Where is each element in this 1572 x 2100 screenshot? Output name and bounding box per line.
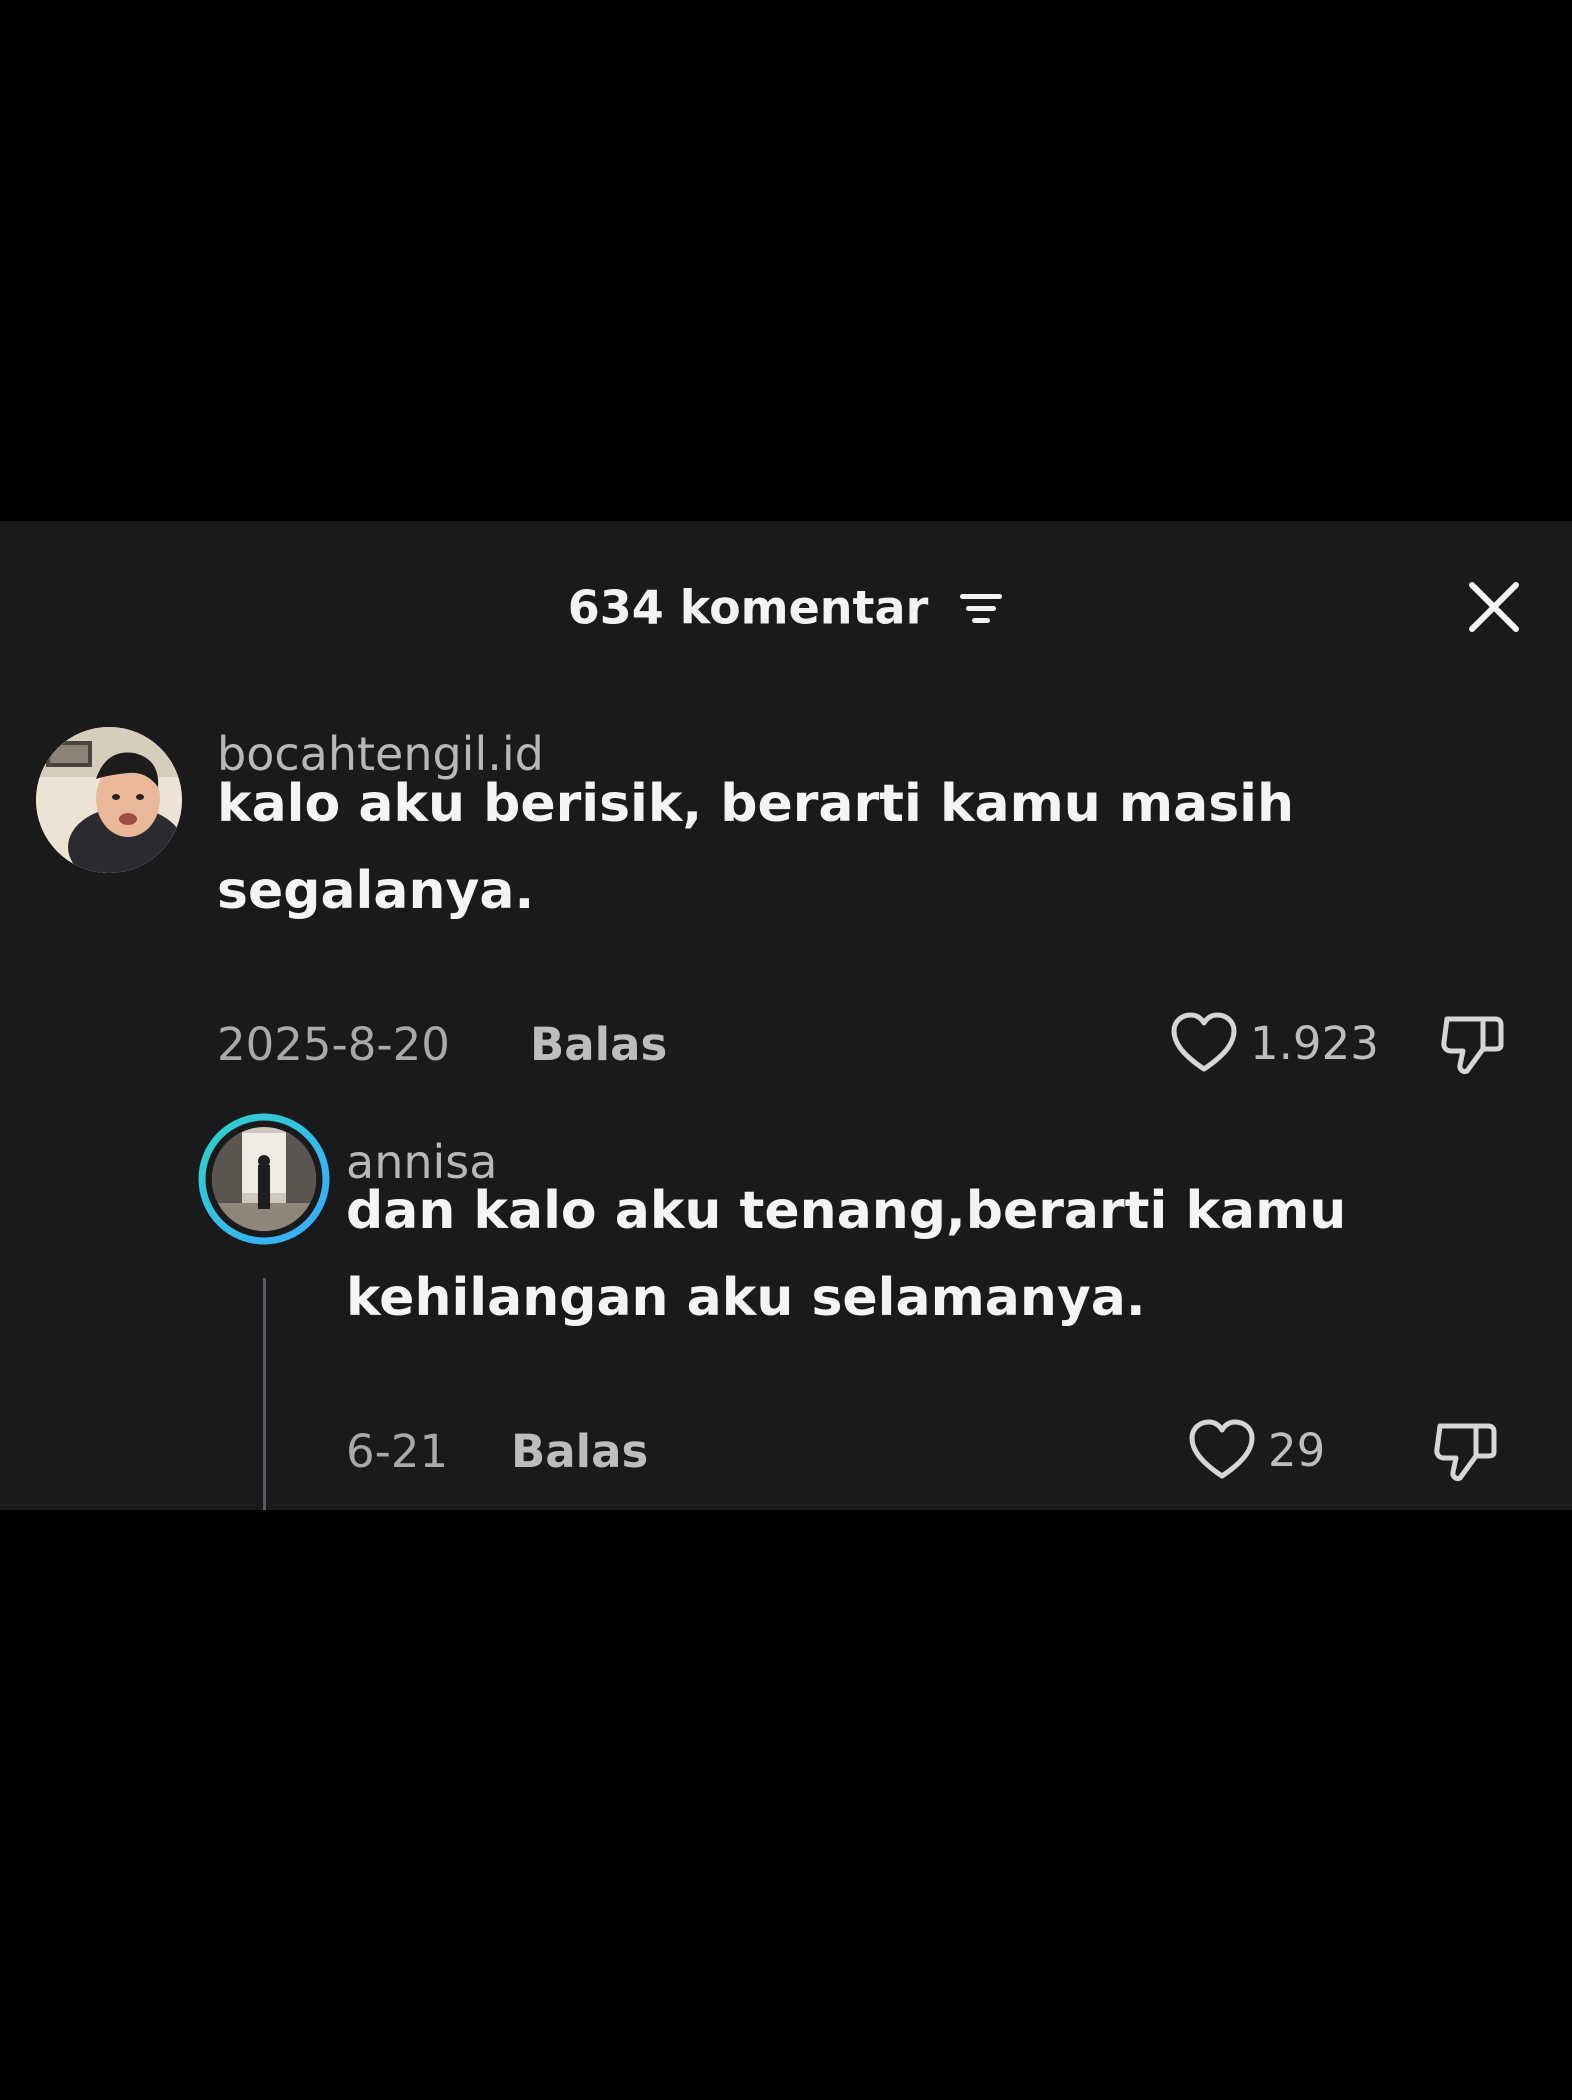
heart-icon: [1189, 1419, 1255, 1479]
thread-line: [263, 1278, 266, 1510]
thumbs-down-icon[interactable]: [1430, 1418, 1500, 1484]
like-button[interactable]: 29: [1188, 1418, 1325, 1482]
reply-text-line: kehilangan aku selamanya.: [346, 1268, 1146, 1328]
reply-text-line: dan kalo aku tenang,berarti kamu: [346, 1181, 1347, 1241]
like-count: 29: [1268, 1423, 1326, 1477]
story-ring-avatar[interactable]: [198, 1113, 330, 1245]
reply-button[interactable]: Balas: [511, 1429, 648, 1474]
screen: 634 komentar bocahtengil.id kalo aku ber…: [0, 0, 1572, 2100]
reply-date: 6-21: [346, 1425, 449, 1478]
comments-panel: 634 komentar bocahtengil.id kalo aku ber…: [0, 521, 1572, 1510]
reply-item: annisa dan kalo aku tenang,berarti kamu …: [0, 521, 1572, 1510]
